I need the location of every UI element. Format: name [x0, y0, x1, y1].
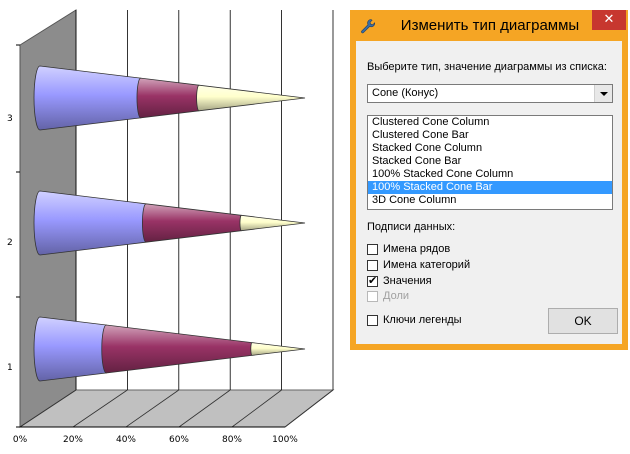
change-chart-type-dialog: Изменить тип диаграммы ✕ Выберите тип, з…	[350, 10, 628, 350]
chart-type-combo[interactable]: Cone (Конус)	[367, 84, 613, 103]
list-item[interactable]: Stacked Cone Bar	[368, 155, 612, 168]
x-tick-label: 0%	[13, 435, 28, 445]
chart-subtype-list[interactable]: Clustered Cone Column Clustered Cone Bar…	[367, 115, 613, 210]
category-label: 1	[7, 363, 13, 373]
checkbox-disabled	[367, 291, 378, 302]
x-tick-label: 80%	[222, 435, 242, 445]
option-label: Имена рядов	[383, 243, 451, 255]
category-label: 3	[7, 114, 13, 124]
list-item[interactable]: Clustered Cone Column	[368, 116, 612, 129]
check-icon: ✔	[368, 274, 378, 287]
option-label: Значения	[383, 275, 432, 287]
option-label: Имена категорий	[383, 259, 471, 271]
cone-segment	[33, 65, 145, 131]
close-icon: ✕	[603, 12, 615, 27]
list-item[interactable]: 100% Stacked Cone Column	[368, 168, 612, 181]
ok-button[interactable]: OK	[548, 308, 618, 334]
chart-area: 0% 20% 40% 60% 80% 100% 1 2 3	[0, 0, 345, 454]
option-label: Ключи легенды	[383, 314, 462, 326]
cone-segment	[33, 316, 112, 382]
cone-segment	[196, 84, 306, 112]
combo-value: Cone (Конус)	[372, 87, 439, 99]
checkbox[interactable]	[367, 315, 378, 326]
checkbox[interactable]	[367, 260, 378, 271]
data-labels-heading: Подписи данных:	[367, 221, 456, 233]
chart-svg: 0% 20% 40% 60% 80% 100% 1 2 3	[7, 9, 335, 445]
x-tick-label: 100%	[272, 435, 298, 445]
checkbox-checked[interactable]: ✔	[367, 274, 378, 287]
list-item[interactable]: Clustered Cone Bar	[368, 129, 612, 142]
option-label: Доли	[383, 290, 410, 302]
chart-type-prompt: Выберите тип, значение диаграммы из спис…	[367, 61, 607, 73]
close-button[interactable]: ✕	[592, 10, 626, 30]
cone-segment	[136, 77, 202, 119]
wrench-icon	[361, 19, 375, 34]
x-tick-label: 40%	[116, 435, 136, 445]
cone-segment	[33, 190, 150, 256]
list-item-selected[interactable]: 100% Stacked Cone Bar	[368, 181, 612, 194]
dialog-titlebar[interactable]: Изменить тип диаграммы ✕	[350, 10, 628, 41]
dialog-title: Изменить тип диаграммы	[400, 17, 580, 34]
x-tick-label: 60%	[169, 435, 189, 445]
dialog-client: Выберите тип, значение диаграммы из спис…	[356, 41, 622, 344]
x-tick-label: 20%	[63, 435, 83, 445]
checkbox[interactable]	[367, 244, 378, 255]
cone-segment	[250, 342, 306, 356]
cone-segment	[239, 214, 306, 232]
list-item[interactable]: Stacked Cone Column	[368, 142, 612, 155]
list-item[interactable]: 3D Cone Column	[368, 194, 612, 207]
category-label: 2	[7, 238, 13, 248]
chevron-down-icon[interactable]	[594, 85, 612, 102]
cone-segment	[142, 203, 244, 243]
